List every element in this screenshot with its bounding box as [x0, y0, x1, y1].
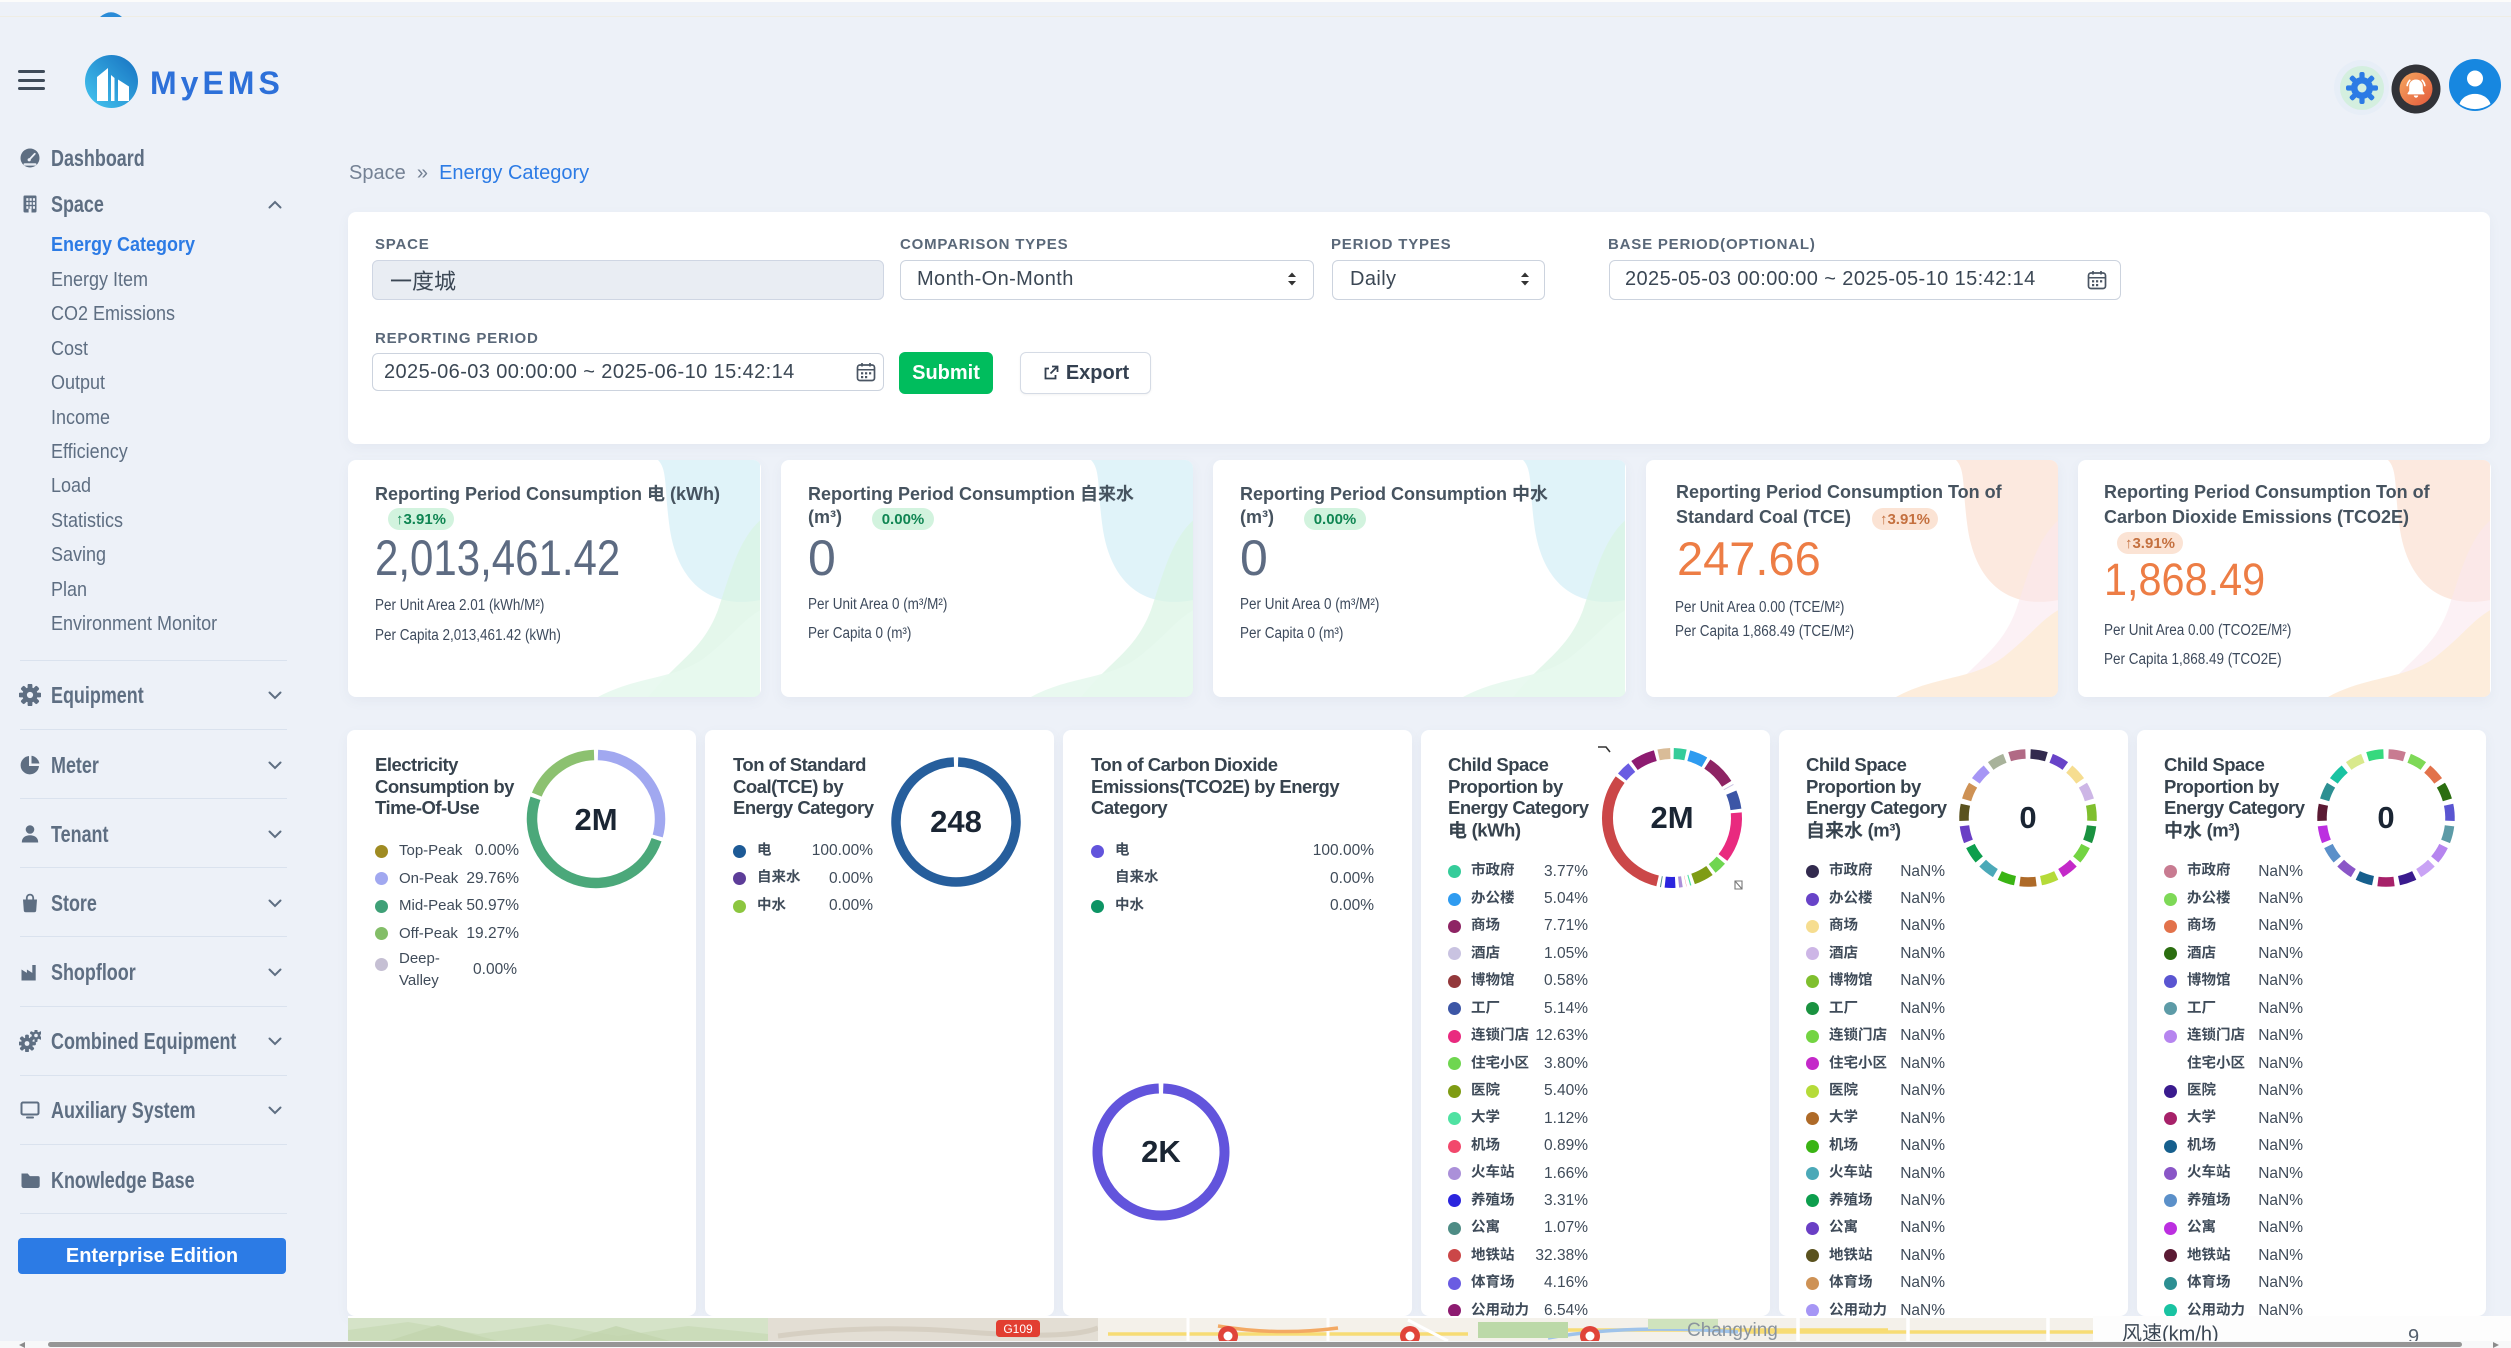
svg-text:G109: G109: [1003, 1322, 1033, 1336]
